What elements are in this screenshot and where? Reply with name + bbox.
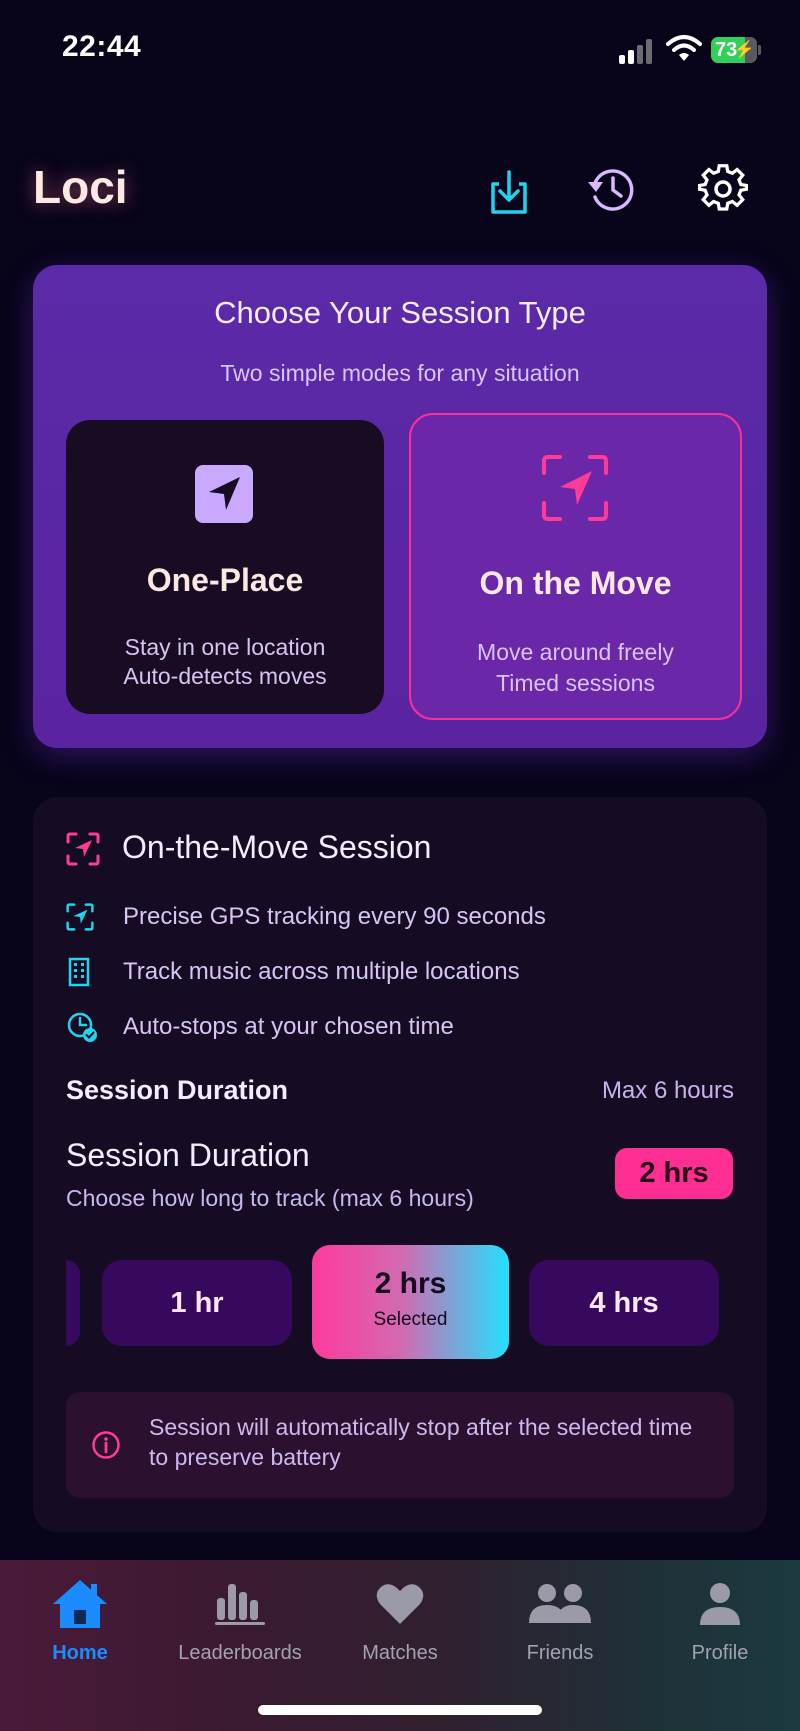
tab-matches[interactable]: Matches [320,1574,480,1665]
tab-leaderboards[interactable]: Leaderboards [160,1574,320,1665]
feature-text: Track music across multiple locations [123,958,520,985]
tab-label: Leaderboards [178,1642,302,1664]
on-the-move-line1: Move around freely [477,639,674,665]
gps-target-icon [66,903,94,931]
gps-target-icon [542,455,608,521]
on-the-move-option[interactable]: On the Move Move around freely Timed ses… [409,413,742,720]
session-type-title: Choose Your Session Type [214,295,586,330]
home-icon [53,1580,107,1628]
feature-item [66,952,92,992]
tab-label: Profile [691,1642,749,1664]
home-indicator [258,1705,542,1715]
detail-title: On-the-Move Session [122,829,432,865]
status-time: 22:44 [62,30,142,63]
duration-option-1hr[interactable]: 1 hr [102,1260,292,1346]
feature-item [66,897,94,937]
on-the-move-title: On the Move [479,565,672,601]
info-text: Session will automatically stop after th… [149,1414,693,1470]
duration-option-partial[interactable] [66,1260,80,1346]
session-type-subtitle: Two simple modes for any situation [220,360,580,386]
leaderboard-icon [215,1584,265,1625]
history-icon [588,169,634,211]
battery-icon: 73 ⚡ [711,37,757,63]
cellular-signal-icon [619,38,655,64]
tab-label: Matches [362,1642,438,1664]
tab-friends[interactable]: Friends [480,1574,640,1665]
session-type-card: Choose Your Session Type Two simple mode… [33,265,767,748]
session-detail-card: On-the-Move Session Precise GPS tracking… [33,797,767,1532]
profile-icon [700,1583,740,1625]
building-icon [68,957,90,987]
gps-target-icon [66,832,100,866]
heart-icon [376,1584,424,1624]
tab-home[interactable]: Home [0,1574,160,1665]
on-the-move-line2: Timed sessions [496,670,655,696]
feature-text: Auto-stops at your chosen time [123,1013,454,1040]
download-icon [491,170,527,214]
feature-item [66,1007,98,1047]
selected-duration: 2 hrs [374,1267,447,1300]
download-button[interactable] [483,167,535,219]
tab-label: Home [52,1642,108,1664]
one-place-line2: Auto-detects moves [123,663,327,689]
duration-label: Session Duration [66,1075,289,1105]
gear-icon [698,164,748,211]
settings-button[interactable] [697,163,749,215]
duration-max: Max 6 hours [601,1077,734,1104]
duration-option-4hrs[interactable]: 4 hrs [529,1260,719,1346]
navigation-arrow-icon [195,465,253,523]
one-place-title: One-Place [146,562,304,598]
friends-icon [529,1584,591,1623]
one-place-line1: Stay in one location [124,634,326,660]
app-title: Loci [33,161,128,213]
feature-text: Precise GPS tracking every 90 seconds [123,903,546,930]
duration-help: Choose how long to track (max 6 hours) [66,1185,474,1211]
duration-option-selected[interactable]: 2 hrs Selected [312,1245,509,1359]
tab-label: Friends [526,1642,594,1664]
history-button[interactable] [585,163,637,215]
info-box: Session will automatically stop after th… [66,1392,734,1498]
info-icon [92,1431,120,1459]
tab-profile[interactable]: Profile [640,1574,800,1665]
clock-check-icon [67,1012,97,1042]
wifi-icon [666,34,702,64]
selected-caption: Selected [373,1309,448,1330]
one-place-option[interactable]: One-Place Stay in one location Auto-dete… [66,420,384,714]
duration-heading: Session Duration [66,1137,310,1173]
duration-badge: 2 hrs [615,1148,733,1199]
